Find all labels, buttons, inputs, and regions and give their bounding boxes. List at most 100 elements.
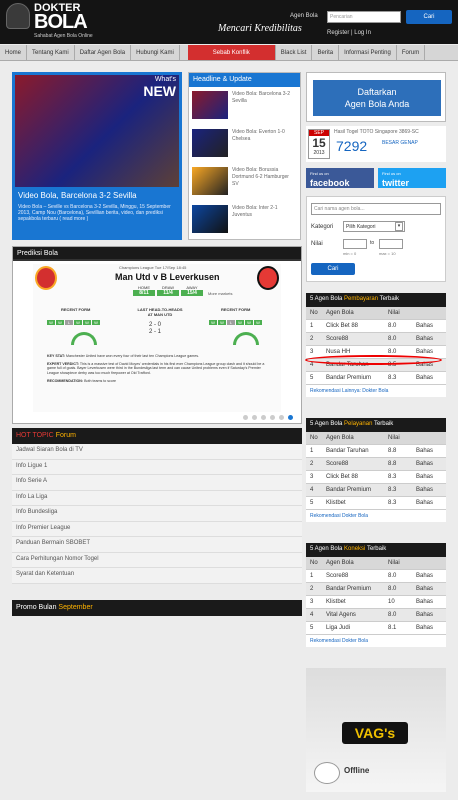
cell-agen[interactable]: Bandar Premium xyxy=(326,372,388,384)
cell-agen[interactable]: Click Bet 88 xyxy=(326,320,388,332)
bahas-link[interactable]: Bahas xyxy=(416,583,446,595)
agent-search-input[interactable]: Pencarian xyxy=(327,11,401,23)
table-pelayanan: 5 Agen Bola Pelayanan Terbaik No Agen Bol… xyxy=(306,418,446,522)
slide-dot[interactable] xyxy=(261,415,266,420)
headline-thumb[interactable] xyxy=(192,129,228,157)
nav-blacklist[interactable]: Black List xyxy=(276,45,313,60)
login-link[interactable]: Log In xyxy=(354,30,371,36)
recommend-link[interactable]: Rekomendasi Dokter Bola xyxy=(306,635,446,647)
cell-agen[interactable]: Click Bet 88 xyxy=(326,471,388,483)
bahas-link[interactable]: Bahas xyxy=(416,596,446,608)
odd-draw[interactable]: DRAW 11/4 xyxy=(157,285,179,296)
odd-value[interactable]: 15/4 xyxy=(181,290,203,296)
nav-daftar[interactable]: Daftar Agen Bola xyxy=(75,45,132,60)
bahas-link[interactable]: Bahas xyxy=(416,333,446,345)
bahas-link[interactable]: Bahas xyxy=(416,484,446,496)
register-agent-banner[interactable]: Daftarkan Agen Bola Anda xyxy=(306,72,446,122)
cell-agen[interactable]: Bandar Premium xyxy=(326,583,388,595)
cell-no: 2 xyxy=(310,461,314,467)
nav-hubungi[interactable]: Hubungi Kami xyxy=(131,45,180,60)
agent-name-input[interactable]: Cari nama agen bola... xyxy=(311,203,441,215)
cell-agen[interactable]: Score88 xyxy=(326,570,388,582)
cell-nilai: 8.8 xyxy=(388,448,397,454)
cell-agen[interactable]: Score88 xyxy=(326,333,388,345)
bahas-link[interactable]: Bahas xyxy=(416,471,446,483)
forum-item[interactable]: Info Ligue 1 xyxy=(12,459,302,475)
headline-item[interactable]: Video Bola: Borussia Dortmund 6-2 Hambur… xyxy=(189,163,300,201)
forum-item[interactable]: Panduan Bermain SBOBET xyxy=(12,537,302,553)
odd-away[interactable]: AWAY 15/4 xyxy=(181,285,203,296)
cell-nilai: 8.8 xyxy=(388,461,397,467)
nav-tentang[interactable]: Tentang Kami xyxy=(27,45,75,60)
slide-dot[interactable] xyxy=(252,415,257,420)
cell-agen[interactable]: Bandar Taruhan xyxy=(326,445,388,457)
vags-ad-banner[interactable]: VAG's Offline xyxy=(306,668,446,792)
col-nilai: Nilai xyxy=(388,435,400,441)
forum-item[interactable]: Info Bundesliga xyxy=(12,506,302,522)
bahas-link[interactable]: Bahas xyxy=(416,445,446,457)
odd-value[interactable]: 11/4 xyxy=(157,290,179,296)
cell-no: 1 xyxy=(310,448,314,454)
headline-text[interactable]: Video Bola: Borussia Dortmund 6-2 Hambur… xyxy=(228,167,297,197)
featured-video[interactable]: What's NEW Video Bola, Barcelona 3-2 Sevi… xyxy=(12,72,182,240)
forum-item[interactable]: Cara Perhitungan Nomor Togel xyxy=(12,552,302,568)
logo-main-text[interactable]: BOLA xyxy=(34,11,88,34)
nav-forum[interactable]: Forum xyxy=(397,45,426,60)
featured-title[interactable]: Video Bola, Barcelona 3-2 Sevilla xyxy=(18,191,178,200)
facebook-button[interactable]: Find us on facebook xyxy=(306,168,374,188)
title-highlight: Pembayaran xyxy=(344,296,379,302)
cell-agen[interactable]: Vital Agens xyxy=(326,609,388,621)
headline-item[interactable]: Video Bola: Everton 1-0 Chelsea xyxy=(189,125,300,163)
nilai-max-input[interactable] xyxy=(379,239,403,249)
headline-text[interactable]: Video Bola: Barcelona 3-2 Sevilla xyxy=(228,91,297,121)
headline-thumb[interactable] xyxy=(192,167,228,195)
forum-item[interactable]: Info La Liga xyxy=(12,490,302,506)
slide-dot[interactable] xyxy=(243,415,248,420)
nav-sebab-konflik[interactable]: Sebab Konflik xyxy=(187,45,276,60)
odd-value[interactable]: 8/11 xyxy=(133,290,155,296)
headline-text[interactable]: Video Bola: Inter 2-1 Juventus xyxy=(228,205,297,235)
nav-berita[interactable]: Berita xyxy=(312,45,340,60)
more-markets-link[interactable]: More markets xyxy=(205,285,232,296)
slide-dot[interactable] xyxy=(279,415,284,420)
cell-agen[interactable]: Klistbet xyxy=(326,596,388,608)
register-agent-button[interactable]: Daftarkan Agen Bola Anda xyxy=(313,80,441,116)
headline-thumb[interactable] xyxy=(192,91,228,119)
cell-agen[interactable]: Liga Judi xyxy=(326,622,388,634)
headline-item[interactable]: Video Bola: Barcelona 3-2 Sevilla xyxy=(189,87,300,125)
cell-agen[interactable]: Score88 xyxy=(326,458,388,470)
forum-item[interactable]: Info Premier League xyxy=(12,521,302,537)
headline-text[interactable]: Video Bola: Everton 1-0 Chelsea xyxy=(228,129,297,159)
table-row: 3 Klistbet 10 Bahas xyxy=(306,596,446,609)
chevron-down-icon: ▾ xyxy=(395,222,403,231)
nilai-min-input[interactable] xyxy=(343,239,367,249)
nav-info[interactable]: Informasi Penting xyxy=(339,45,397,60)
register-link[interactable]: Register xyxy=(327,30,349,36)
bahas-link[interactable]: Bahas xyxy=(416,320,446,332)
slide-dot[interactable] xyxy=(270,415,275,420)
recommend-link[interactable]: Rekomendasi Lainnya: Dokter Bola xyxy=(306,385,446,397)
bahas-link[interactable]: Bahas xyxy=(416,372,446,384)
whats-new-badge: What's NEW xyxy=(143,76,176,99)
recommend-link[interactable]: Rekomendasi Dokter Bola xyxy=(306,510,446,522)
bahas-link[interactable]: Bahas xyxy=(416,609,446,621)
cell-agen[interactable]: Klistbet xyxy=(326,497,388,509)
forum-item[interactable]: Info Serie A xyxy=(12,475,302,491)
filter-search-button[interactable]: Cari xyxy=(311,263,355,275)
header-search-button[interactable]: Cari xyxy=(406,10,452,24)
cal-year: 2013 xyxy=(313,150,325,156)
twitter-button[interactable]: Find us on twitter xyxy=(378,168,446,188)
kategori-select[interactable]: Pilih Kategori ▾ xyxy=(343,221,405,232)
bahas-link[interactable]: Bahas xyxy=(416,458,446,470)
bahas-link[interactable]: Bahas xyxy=(416,497,446,509)
nav-home[interactable]: Home xyxy=(0,45,28,60)
cell-agen[interactable]: Bandar Premium xyxy=(326,484,388,496)
forum-item[interactable]: Syarat dan Ketentuan xyxy=(12,568,302,584)
forum-item[interactable]: Jadwal Siaran Bola di TV xyxy=(12,444,302,460)
headline-thumb[interactable] xyxy=(192,205,228,233)
bahas-link[interactable]: Bahas xyxy=(416,622,446,634)
odd-home[interactable]: HOME 8/11 xyxy=(133,285,155,296)
bahas-link[interactable]: Bahas xyxy=(416,570,446,582)
headline-item[interactable]: Video Bola: Inter 2-1 Juventus xyxy=(189,201,300,239)
slide-dot-active[interactable] xyxy=(288,415,293,420)
